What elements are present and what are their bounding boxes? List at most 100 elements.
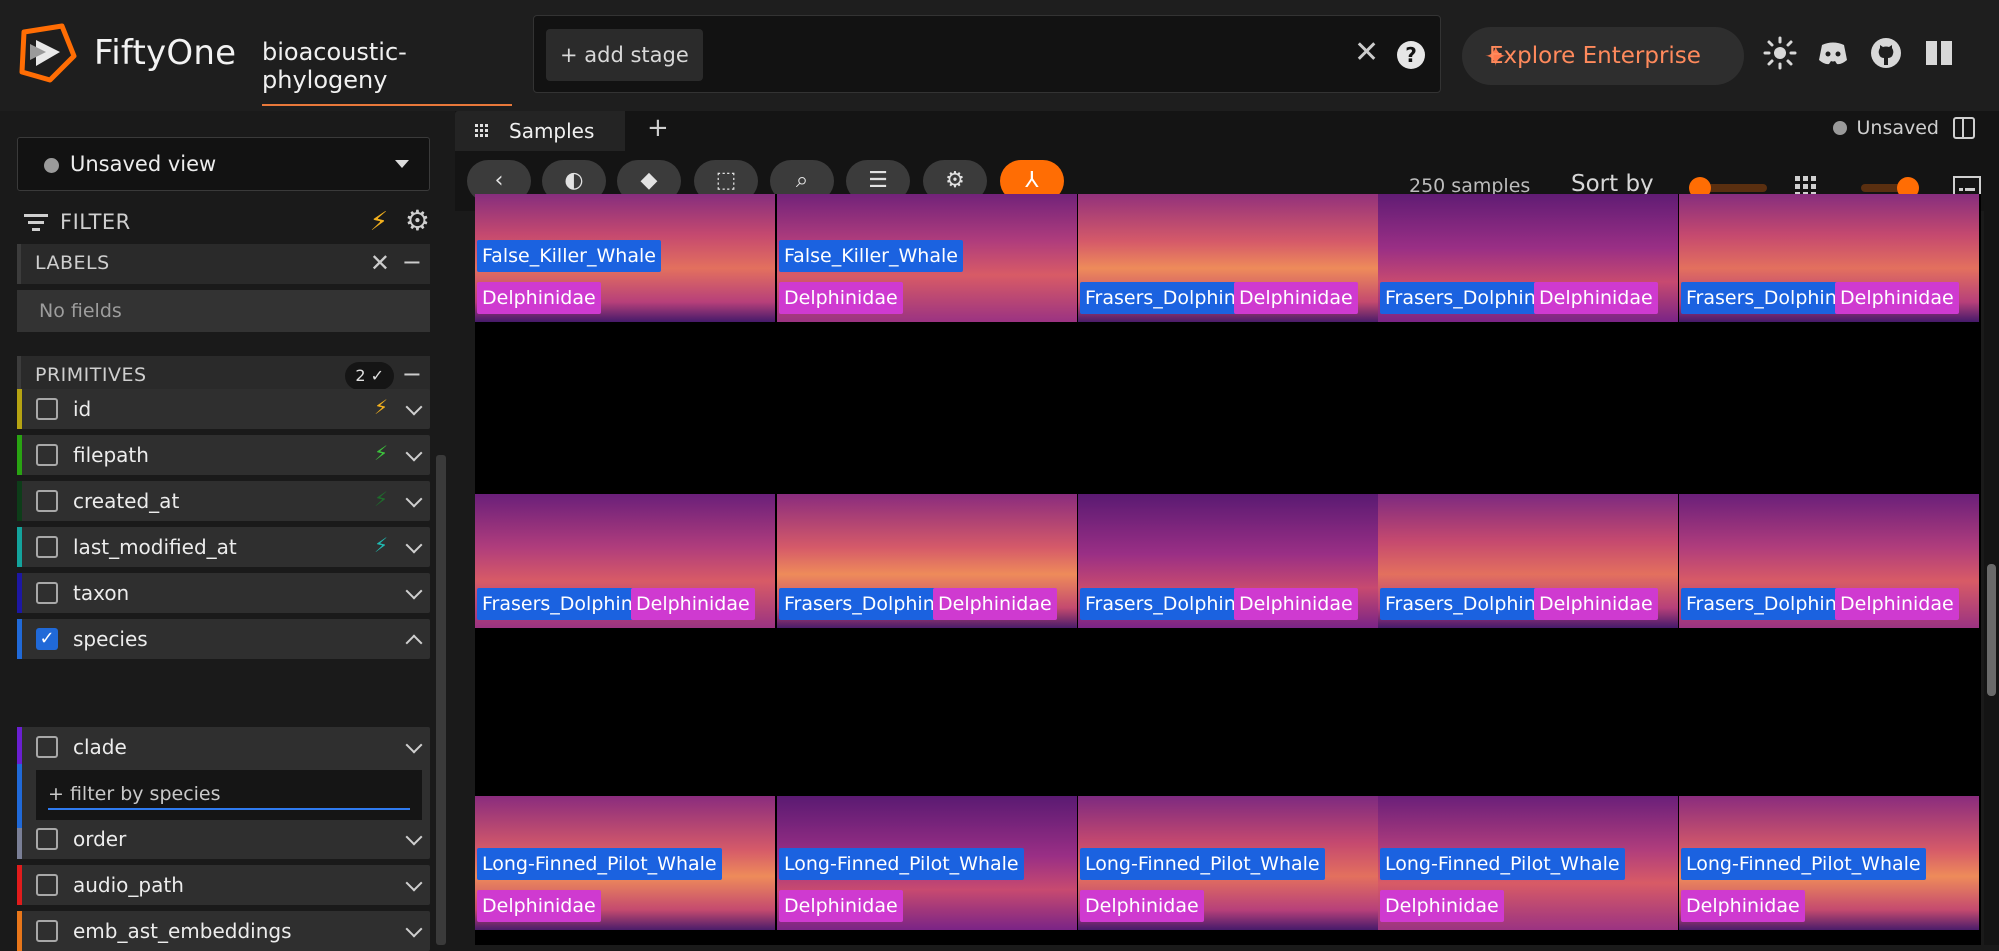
sample-tile[interactable]: Long-Finned_Pilot_Whale Delphinidae (777, 796, 1077, 930)
species-filter-input[interactable] (48, 780, 410, 810)
sample-tile[interactable]: Frasers_Dolphin Delphinidae (1378, 194, 1678, 322)
field-color-bar (17, 573, 22, 613)
field-color-bar (17, 865, 22, 905)
species-label-tag: Frasers_Dolphin (477, 588, 638, 620)
field-checkbox[interactable] (36, 920, 58, 942)
family-label-tag: Delphinidae (477, 890, 601, 922)
species-label-tag: False_Killer_Whale (779, 240, 963, 272)
field-row-created-at[interactable]: created_at ⚡ (17, 481, 430, 521)
field-row-emb-ast-embeddings[interactable]: emb_ast_embeddings (17, 911, 430, 951)
collapse-primitives-icon[interactable]: − (402, 360, 422, 388)
sample-tile[interactable]: Frasers_Dolphin Delphinidae (1378, 494, 1678, 628)
query-performance-bolt-icon[interactable]: ⚡ (370, 207, 388, 237)
chevron-down-icon[interactable] (405, 444, 423, 462)
primitives-selected-count-badge[interactable]: 2 ✓ (345, 362, 394, 390)
field-row-taxon[interactable]: taxon (17, 573, 430, 613)
sample-tile[interactable]: Frasers_Dolphin Delphinidae (475, 494, 775, 628)
field-row-id[interactable]: id ⚡ (17, 389, 430, 429)
field-checkbox[interactable] (36, 536, 58, 558)
field-name: filepath (73, 443, 149, 467)
species-filter-container (36, 770, 422, 820)
saved-view-select[interactable]: Unsaved view (17, 137, 430, 191)
field-checkbox[interactable]: ✓ (36, 628, 58, 650)
zoom-slider[interactable] (1861, 177, 1919, 199)
add-stage-button[interactable]: + add stage (546, 29, 703, 81)
explore-enterprise-button[interactable]: ✦ Explore Enterprise (1462, 27, 1744, 85)
split-layout-icon[interactable] (1953, 117, 1975, 139)
field-name: last_modified_at (73, 535, 237, 559)
chevron-up-icon[interactable] (405, 634, 423, 652)
chevron-down-icon[interactable] (405, 828, 423, 846)
filter-label: FILTER (60, 210, 131, 234)
unsaved-dot (1832, 121, 1847, 135)
clear-labels-icon[interactable]: ✕ (370, 249, 390, 277)
view-bar[interactable]: + add stage ✕ ? (533, 15, 1441, 93)
sample-tile[interactable]: Long-Finned_Pilot_Whale Delphinidae (1078, 796, 1378, 930)
sample-tile[interactable]: Long-Finned_Pilot_Whale Delphinidae (475, 796, 775, 930)
sample-tile[interactable]: Frasers_Dolphin Delphinidae (1679, 494, 1979, 628)
indexed-bolt-icon: ⚡ (373, 441, 388, 465)
field-checkbox[interactable] (36, 582, 58, 604)
filter-icon (24, 214, 48, 231)
thumbnail-slider-left[interactable] (1689, 177, 1767, 199)
help-icon[interactable]: ? (1397, 41, 1425, 69)
unsaved-label: Unsaved (1856, 117, 1940, 139)
sample-tile[interactable]: Frasers_Dolphin Delphinidae (1679, 194, 1979, 322)
labels-group-label: LABELS (35, 252, 110, 274)
sample-tile[interactable]: False_Killer_Whale Delphinidae (475, 194, 775, 322)
sample-tile[interactable]: Long-Finned_Pilot_Whale Delphinidae (1679, 796, 1979, 930)
sample-tile[interactable]: Long-Finned_Pilot_Whale Delphinidae (1378, 796, 1678, 930)
discord-icon[interactable] (1816, 36, 1850, 70)
add-panel-icon[interactable]: + (647, 113, 669, 143)
field-row-audio-path[interactable]: audio_path (17, 865, 430, 905)
tab-samples[interactable]: Samples (455, 111, 625, 151)
chevron-down-icon[interactable] (405, 490, 423, 508)
sidebar-scrollbar[interactable] (436, 455, 446, 945)
primitives-group-label: PRIMITIVES (35, 364, 147, 386)
field-row-clade[interactable]: clade (17, 727, 430, 767)
chevron-down-icon[interactable] (405, 536, 423, 554)
field-checkbox[interactable] (36, 736, 58, 758)
dataset-selector[interactable]: bioacoustic-phylogeny (262, 38, 512, 106)
chevron-down-icon[interactable] (405, 736, 423, 754)
field-name: order (73, 827, 127, 851)
field-checkbox[interactable] (36, 444, 58, 466)
logo[interactable]: FiftyOne (16, 22, 236, 84)
field-row-species[interactable]: ✓ species (17, 619, 430, 659)
grid-scrollbar[interactable] (1984, 194, 1999, 945)
view-status-dot (44, 158, 59, 173)
top-header: FiftyOne bioacoustic-phylogeny + add sta… (0, 0, 1999, 111)
chevron-down-icon[interactable] (405, 874, 423, 892)
theme-toggle-icon[interactable] (1763, 36, 1797, 70)
sample-tile[interactable]: Frasers_Dolphin Delphinidae (1078, 494, 1378, 628)
field-checkbox[interactable] (36, 490, 58, 512)
species-label-tag: Long-Finned_Pilot_Whale (1080, 848, 1325, 880)
sample-tile[interactable]: False_Killer_Whale Delphinidae (777, 194, 1077, 322)
species-label-tag: Frasers_Dolphin (1380, 588, 1541, 620)
chevron-down-icon[interactable] (405, 398, 423, 416)
chevron-down-icon[interactable] (405, 582, 423, 600)
filter-header: FILTER ⚡ ⚙ (24, 207, 430, 241)
sidebar-settings-gear-icon[interactable]: ⚙ (405, 207, 430, 235)
grid-scroll-thumb[interactable] (1987, 564, 1996, 696)
field-row-last-modified-at[interactable]: last_modified_at ⚡ (17, 527, 430, 567)
species-filter-panel (17, 764, 430, 828)
field-checkbox[interactable] (36, 874, 58, 896)
family-label-tag: Delphinidae (1534, 588, 1658, 620)
field-checkbox[interactable] (36, 398, 58, 420)
github-icon[interactable] (1869, 36, 1903, 70)
labels-group-header[interactable]: LABELS ✕ − (17, 244, 430, 284)
sample-tile[interactable]: Frasers_Dolphin Delphinidae (1078, 194, 1378, 322)
sample-tile[interactable]: Frasers_Dolphin Delphinidae (777, 494, 1077, 628)
family-label-tag: Delphinidae (1234, 588, 1358, 620)
field-checkbox[interactable] (36, 828, 58, 850)
collapse-labels-icon[interactable]: − (402, 248, 422, 276)
species-label-tag: Frasers_Dolphin (1380, 282, 1541, 314)
clear-view-icon[interactable]: ✕ (1354, 38, 1379, 68)
docs-book-icon[interactable] (1922, 36, 1956, 70)
fiftyone-logo-icon (19, 23, 77, 83)
field-row-filepath[interactable]: filepath ⚡ (17, 435, 430, 475)
chevron-down-icon[interactable] (405, 920, 423, 938)
family-label-tag: Delphinidae (933, 588, 1057, 620)
species-label-tag: Frasers_Dolphin (779, 588, 940, 620)
